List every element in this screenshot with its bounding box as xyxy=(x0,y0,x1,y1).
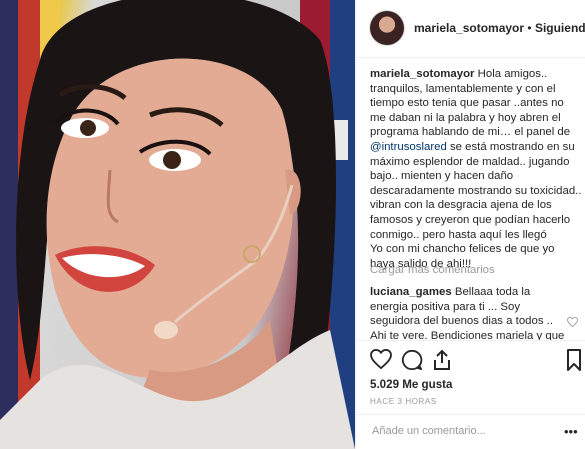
add-comment-input[interactable] xyxy=(370,424,554,438)
header-username[interactable]: mariela_sotomayor xyxy=(414,21,524,35)
post-photo-illustration xyxy=(0,0,355,449)
comment-icon[interactable] xyxy=(401,349,423,371)
comment-like-heart-icon[interactable] xyxy=(567,317,578,327)
caption-username[interactable]: mariela_sotomayor xyxy=(370,68,474,80)
post-caption: mariela_sotomayor Hola amigos.. tranquil… xyxy=(370,67,582,271)
bookmark-icon[interactable] xyxy=(566,349,582,371)
more-options-icon[interactable]: ••• xyxy=(564,424,578,439)
header-text: mariela_sotomayor • Siguiendo xyxy=(414,21,585,35)
header-separator: • xyxy=(524,21,535,35)
load-more-comments-link[interactable]: Cargar más comentarios xyxy=(370,264,495,276)
heart-icon[interactable] xyxy=(370,349,392,369)
post-details-panel: mariela_sotomayor • Siguiendo mariela_so… xyxy=(355,0,585,449)
share-icon[interactable] xyxy=(432,349,452,371)
follow-status-button[interactable]: Siguiendo xyxy=(535,21,585,35)
comment-item: luciana_games Bellaaa toda la energia po… xyxy=(370,285,566,344)
caption-text-continued: se está mostrando en su máximo esplendor… xyxy=(370,140,582,241)
post-header: mariela_sotomayor • Siguiendo xyxy=(356,0,585,58)
avatar[interactable] xyxy=(370,11,404,45)
instagram-post: mariela_sotomayor • Siguiendo mariela_so… xyxy=(0,0,585,449)
post-timestamp[interactable]: HACE 3 HORAS xyxy=(370,397,437,406)
comment-username[interactable]: luciana_games xyxy=(370,286,452,298)
add-comment-bar: ••• xyxy=(356,414,585,449)
caption-mention-link[interactable]: @intrusoslared xyxy=(370,141,447,153)
likes-count[interactable]: 5.029 Me gusta xyxy=(370,378,452,391)
post-photo[interactable] xyxy=(0,0,355,449)
